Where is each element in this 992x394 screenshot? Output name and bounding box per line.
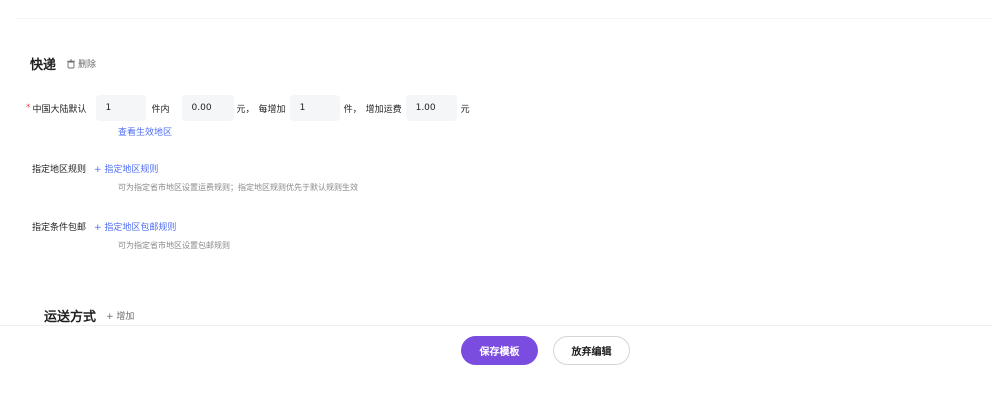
default-rule-label: 中国大陆默认 — [32, 104, 87, 115]
trash-icon — [67, 59, 76, 68]
view-effective-regions-link[interactable]: 查看生效地区 — [118, 125, 172, 138]
add-fee-input[interactable] — [405, 95, 457, 121]
free-shipping-label: 指定条件包邮 — [32, 223, 87, 233]
add-shipping-method-button[interactable]: + 增加 — [106, 309, 134, 322]
region-rule-label: 指定地区规则 — [32, 165, 87, 175]
yuan-label: 元 — [460, 104, 470, 115]
shipping-method-title: 运送方式 — [44, 310, 97, 325]
add-fee-label: 增加运费 — [365, 104, 402, 115]
first-fee-input[interactable] — [181, 95, 234, 121]
add-region-rule-link[interactable]: + 指定地区规则 — [94, 162, 158, 175]
discard-edit-button[interactable]: 放弃编辑 — [553, 336, 630, 365]
each-add-label: 每增加 — [258, 104, 286, 115]
template-panel — [16, 18, 992, 325]
free-shipping-row: 指定条件包邮 + 指定地区包邮规则 — [32, 220, 176, 233]
shipping-method-header: 运送方式 + 增加 — [44, 306, 134, 325]
express-section-header: 快递 删除 — [30, 54, 96, 73]
free-shipping-hint: 可为指定省市地区设置包邮规则 — [118, 241, 230, 250]
add-unit-label: 件， — [343, 104, 362, 115]
add-free-shipping-rule-link[interactable]: + 指定地区包邮规则 — [94, 220, 176, 233]
footer-bar: 保存模板 放弃编辑 — [0, 325, 992, 375]
first-quantity-input[interactable] — [95, 95, 146, 121]
save-template-button[interactable]: 保存模板 — [461, 336, 538, 365]
yuan-separator: 元， — [236, 104, 255, 115]
region-rule-hint: 可为指定省市地区设置运费规则；指定地区规则优先于默认规则生效 — [118, 183, 358, 192]
delete-label: 删除 — [78, 60, 97, 70]
delete-button[interactable]: 删除 — [66, 57, 96, 70]
express-section-title: 快递 — [30, 58, 57, 73]
region-rule-row: 指定地区规则 + 指定地区规则 — [32, 162, 158, 175]
default-rule-row: * 中国大陆默认 件内 元， 每增加 件， 增加运费 元 — [26, 95, 470, 121]
add-quantity-input[interactable] — [289, 95, 340, 121]
first-unit-label: 件内 — [151, 104, 170, 115]
required-mark: * — [26, 103, 31, 113]
